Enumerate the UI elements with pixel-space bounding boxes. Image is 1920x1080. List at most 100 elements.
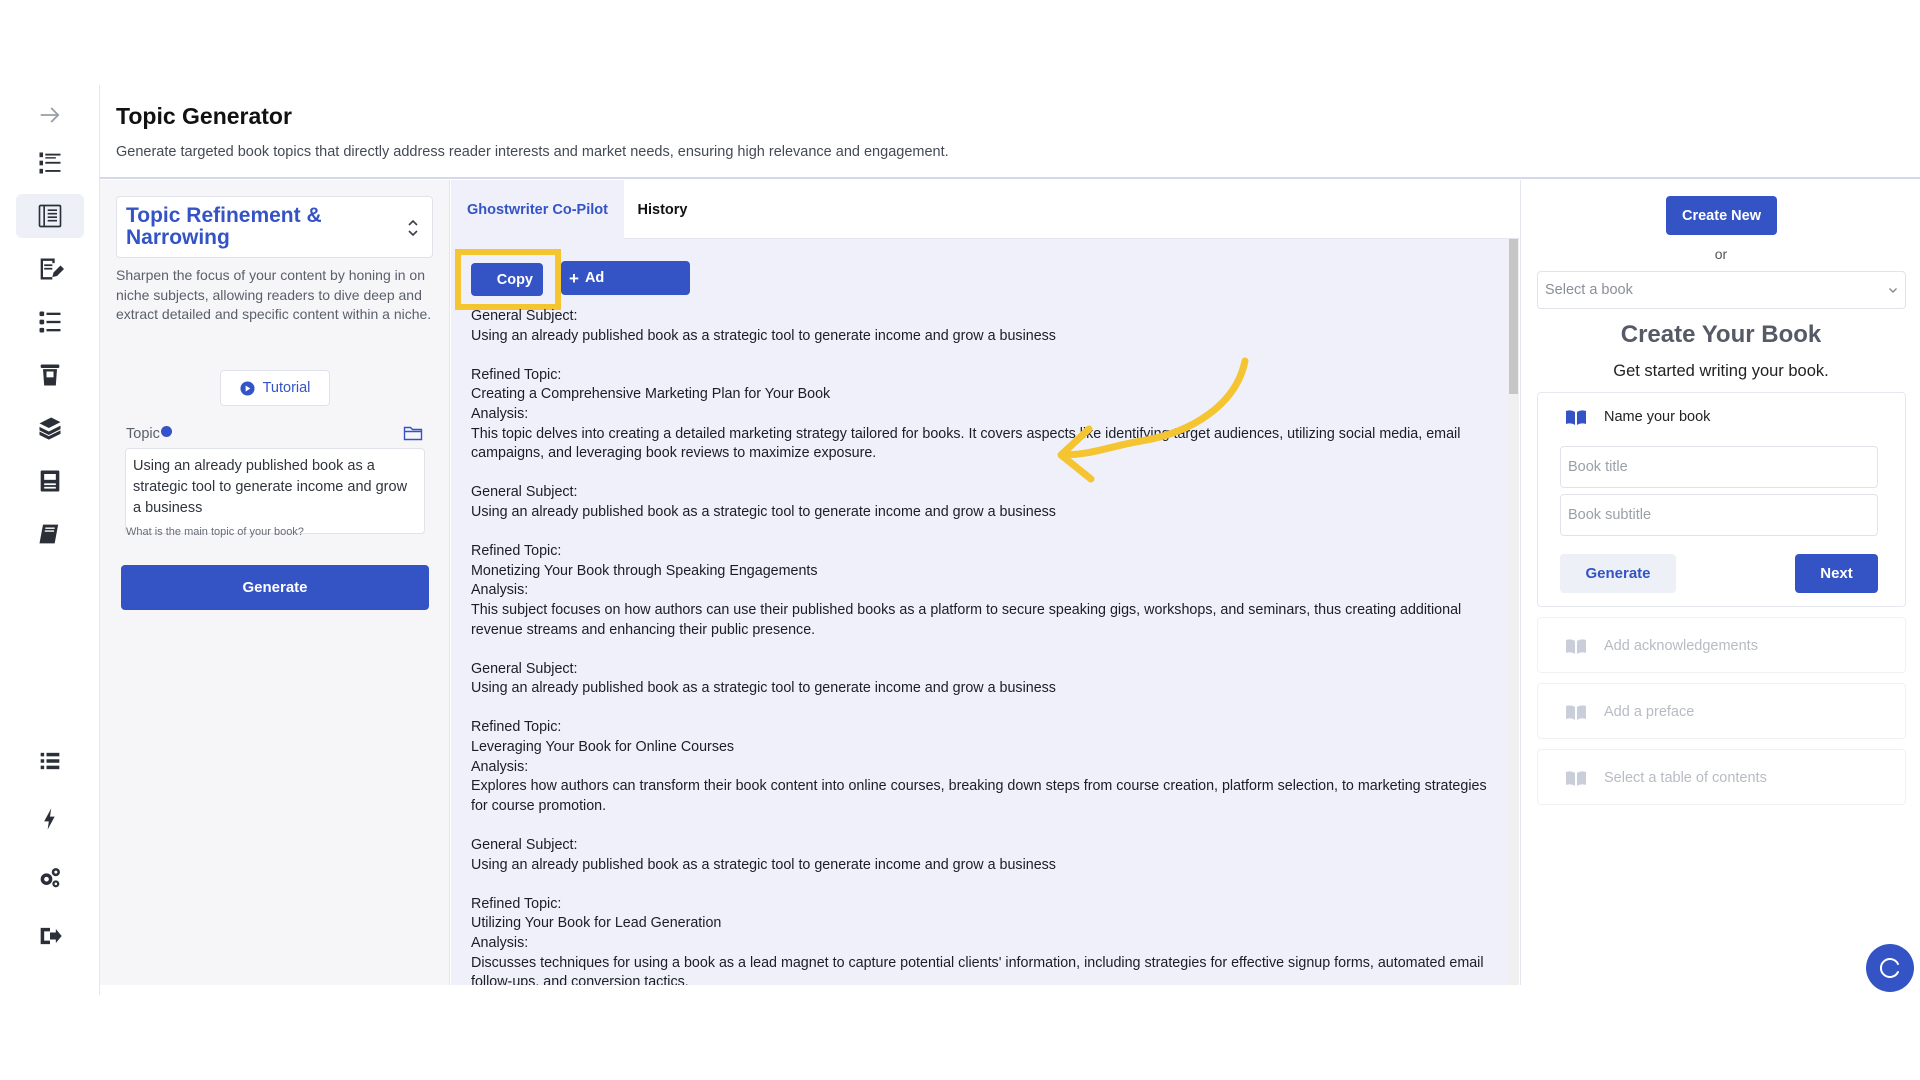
result-line: Analysis: [471, 405, 529, 422]
result-line: Creating a Comprehensive Marketing Plan … [471, 386, 831, 403]
preface-label: Add a preface [1604, 704, 1695, 720]
checklist-icon[interactable] [16, 300, 84, 344]
result-line: General Subject: [471, 660, 578, 677]
book-title-input[interactable]: Book title [1560, 446, 1878, 488]
result-line: Discusses techniques for using a book as… [471, 954, 1484, 985]
topic-label-text: Topic [126, 426, 160, 442]
outline-book-icon[interactable] [16, 194, 84, 238]
tutorial-label: Tutorial [262, 380, 311, 396]
preface-step: Add a preface [1537, 683, 1906, 739]
mode-description: Sharpen the focus of your content by hon… [116, 267, 432, 322]
acknowledgements-label: Add acknowledgements [1604, 638, 1758, 654]
copy-highlight-box [455, 249, 561, 310]
open-book-icon [1566, 409, 1586, 425]
result-block: General Subject: Using an already publish… [471, 836, 1501, 875]
add-button-label: Ad [584, 270, 605, 286]
result-line: Analysis: [471, 758, 529, 775]
edit-page-icon[interactable] [16, 247, 84, 291]
mode-select[interactable]: Topic Refinement & Narrowing [116, 196, 433, 258]
open-book-icon [1566, 704, 1586, 720]
play-circle-icon [240, 380, 255, 396]
printer-icon[interactable] [16, 459, 84, 503]
page-header: Topic Generator Generate targeted book t… [100, 85, 1920, 179]
page-title: Topic Generator [116, 103, 292, 129]
result-block: General Subject: Using an already publish… [471, 660, 1501, 699]
topic-help-text: What is the main topic of your book? [126, 526, 304, 538]
select-book-placeholder: Select a book [1545, 282, 1633, 298]
name-book-step: Name your book Book title Book subtitle … [1537, 392, 1906, 607]
topic-textarea[interactable]: Using an already published book as a str… [125, 448, 425, 534]
scrollbar-thumb[interactable] [1509, 239, 1518, 394]
next-button[interactable]: Next [1795, 554, 1878, 593]
plus-icon: + [569, 268, 579, 288]
table-of-contents-row: Select a table of contents [1565, 767, 1767, 789]
results-panel: Ghostwriter Co-Pilot History + Ad Copy G… [451, 180, 1519, 985]
result-line: Analysis: [471, 935, 529, 951]
open-book-icon [1566, 638, 1586, 654]
result-line: General Subject: [471, 308, 578, 324]
generate-name-button[interactable]: Generate [1560, 554, 1676, 593]
name-book-label: Name your book [1604, 409, 1711, 425]
generate-button[interactable]: Generate [121, 565, 429, 610]
tab-ghostwriter-co-pilot[interactable]: Ghostwriter Co-Pilot [451, 180, 624, 239]
chevron-up-down-icon [408, 219, 418, 237]
result-line: Using an already published book as a str… [471, 856, 1056, 873]
stacked-books-icon[interactable] [16, 406, 84, 450]
create-book-panel: Create New or Select a book Create Your … [1520, 180, 1920, 985]
or-divider: or [1714, 246, 1728, 262]
result-line: Leveraging Your Book for Online Courses [471, 739, 735, 756]
tutorial-button[interactable]: Tutorial [220, 370, 330, 406]
results-scroll-area[interactable]: + Ad Copy General Subject: Using an alrea… [451, 239, 1509, 985]
results-tabs: Ghostwriter Co-Pilot History [451, 180, 1519, 239]
chevron-down-icon [1889, 288, 1897, 293]
result-line: Utilizing Your Book for Lead Generation [471, 915, 722, 932]
name-book-header: Name your book [1565, 406, 1710, 428]
tab-history[interactable]: History [625, 180, 700, 239]
info-icon[interactable] [160, 426, 172, 437]
gears-icon[interactable] [16, 856, 84, 900]
result-line: General Subject: [471, 837, 578, 854]
result-line: Refined Topic: [471, 895, 562, 912]
result-block: Refined Topic: Creating a Comprehensive M… [471, 366, 1501, 464]
result-line: General Subject: [471, 484, 578, 501]
app-window: Topic Generator Generate targeted book t… [0, 0, 1920, 1080]
select-book-dropdown[interactable]: Select a book [1537, 271, 1906, 309]
create-book-title: Create Your Book [1620, 321, 1822, 348]
result-block: General Subject: Using an already publish… [471, 483, 1501, 522]
acknowledgements-step: Add acknowledgements [1537, 617, 1906, 673]
result-line: Monetizing Your Book through Speaking En… [471, 562, 818, 579]
create-book-subtitle: Get started writing your book. [1613, 362, 1829, 380]
folder-icon[interactable] [403, 424, 423, 442]
topic-label: Topic [126, 426, 172, 442]
result-block: Refined Topic: Monetizing Your Book throu… [471, 542, 1501, 640]
result-line: This subject focuses on how authors can … [471, 601, 1462, 638]
result-line: Using an already published book as a str… [471, 327, 1056, 344]
page-description: Generate targeted book topics that direc… [116, 144, 949, 160]
table-of-contents-label: Select a table of contents [1604, 770, 1767, 786]
result-block: General Subject: Using an already publish… [471, 307, 1501, 346]
logout-icon[interactable] [16, 914, 84, 958]
result-line: Using an already published book as a str… [471, 680, 1056, 697]
result-line: Analysis: [471, 582, 529, 599]
book-icon[interactable] [16, 512, 84, 556]
create-new-button[interactable]: Create New [1666, 196, 1777, 235]
table-of-contents-step: Select a table of contents [1537, 749, 1906, 805]
acknowledgements-row: Add acknowledgements [1565, 635, 1758, 657]
result-line: Refined Topic: [471, 366, 562, 383]
numbered-list-icon[interactable] [16, 141, 84, 185]
list-icon[interactable] [16, 739, 84, 783]
result-line: Using an already published book as a str… [471, 503, 1056, 520]
result-line: Refined Topic: [471, 719, 562, 736]
trash-page-icon[interactable] [16, 353, 84, 397]
book-subtitle-input[interactable]: Book subtitle [1560, 494, 1878, 536]
expand-arrow-icon[interactable] [16, 93, 84, 137]
results-scrollbar[interactable] [1508, 239, 1519, 985]
add-button[interactable]: + Ad [561, 261, 690, 295]
generated-topics: General Subject: Using an already publish… [471, 307, 1501, 985]
result-block: Refined Topic: Leveraging Your Book for O… [471, 718, 1501, 816]
open-book-icon [1566, 770, 1586, 786]
mode-title: Topic Refinement & Narrowing [126, 204, 322, 249]
help-chat-button[interactable] [1866, 944, 1914, 992]
lightning-icon[interactable] [16, 797, 84, 841]
generator-settings-panel: Topic Refinement & Narrowing Sharpen the… [100, 180, 450, 985]
